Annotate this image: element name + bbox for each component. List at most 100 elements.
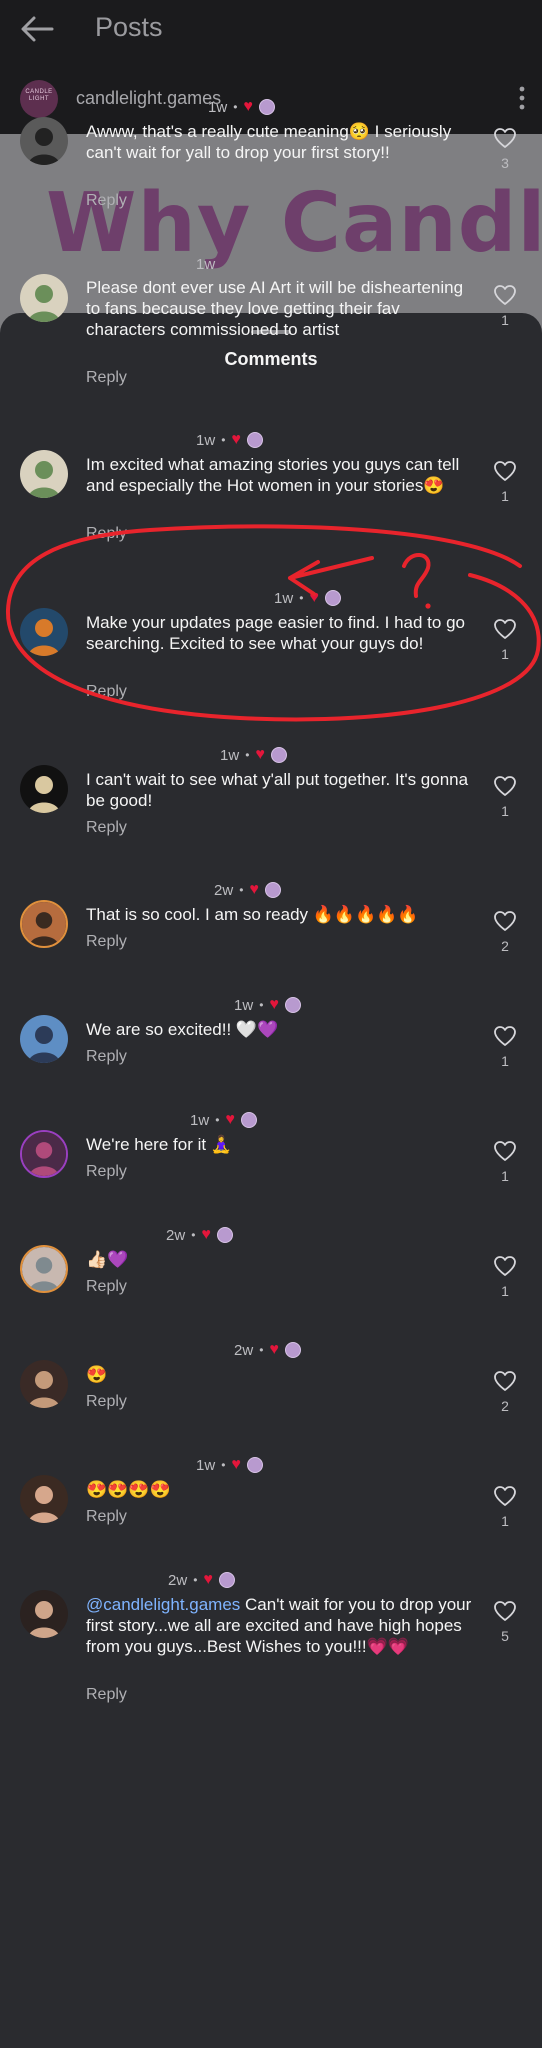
like-button[interactable] bbox=[493, 284, 517, 306]
like-button[interactable] bbox=[493, 127, 517, 149]
commenter-avatar[interactable] bbox=[20, 608, 68, 656]
meta-separator: • bbox=[221, 1458, 226, 1472]
red-heart-icon: ♥ bbox=[231, 1456, 241, 1473]
reply-button[interactable]: Reply bbox=[86, 1048, 127, 1066]
commenter-avatar[interactable] bbox=[20, 274, 68, 322]
like-count: 2 bbox=[501, 1398, 509, 1414]
reply-button[interactable]: Reply bbox=[86, 819, 127, 837]
commenter-avatar[interactable] bbox=[20, 1475, 68, 1523]
comment-body: 😍😍😍😍 bbox=[86, 1480, 171, 1499]
commenter-avatar[interactable] bbox=[20, 1360, 68, 1408]
creator-liked-avatar bbox=[246, 1457, 263, 1473]
red-heart-icon: ♥ bbox=[231, 431, 241, 448]
meta-separator: • bbox=[299, 591, 304, 605]
like-button[interactable] bbox=[493, 460, 517, 482]
comment-item: 2w • ♥ 👍🏻💜 Reply 1 bbox=[0, 1225, 542, 1326]
commenter-avatar[interactable] bbox=[20, 900, 68, 948]
comment-age: 2w bbox=[168, 1571, 188, 1589]
like-button[interactable] bbox=[493, 1255, 517, 1277]
heart-outline-icon bbox=[494, 1256, 516, 1276]
comment-age: 1w bbox=[196, 431, 216, 449]
like-count: 1 bbox=[501, 803, 509, 819]
comment-item: 1w • ♥ I can't wait to see what y'all put t… bbox=[0, 745, 542, 867]
creator-liked-avatar bbox=[218, 1572, 235, 1588]
avatar-portrait bbox=[20, 1360, 68, 1408]
commenter-avatar[interactable] bbox=[20, 1015, 68, 1063]
comment-meta: 1w • ♥ bbox=[234, 995, 301, 1015]
heart-outline-icon bbox=[494, 911, 516, 931]
reply-button[interactable]: Reply bbox=[86, 933, 127, 951]
heart-outline-icon bbox=[494, 1601, 516, 1621]
back-button[interactable] bbox=[18, 12, 58, 46]
avatar-portrait bbox=[20, 608, 68, 656]
page-title: Posts bbox=[95, 12, 163, 42]
commenter-avatar[interactable] bbox=[20, 117, 68, 165]
comment-item: 1w • ♥ Im excited what amazing stories you … bbox=[0, 430, 542, 573]
reply-button[interactable]: Reply bbox=[86, 369, 127, 387]
comment-text: Awww, that's a really cute meaning🥺 I se… bbox=[86, 121, 476, 163]
commenter-avatar[interactable] bbox=[20, 1130, 68, 1178]
comment-age: 1w bbox=[196, 1456, 216, 1474]
mention-link[interactable]: @candlelight.games bbox=[86, 1595, 240, 1614]
like-button[interactable] bbox=[493, 1140, 517, 1162]
comment-meta: 1w • ♥ bbox=[208, 97, 275, 117]
heart-outline-icon bbox=[494, 1141, 516, 1161]
heart-outline-icon bbox=[494, 1371, 516, 1391]
commenter-avatar[interactable] bbox=[20, 1245, 68, 1293]
creator-liked-avatar bbox=[270, 747, 287, 763]
comment-age: 1w bbox=[190, 1111, 210, 1129]
like-count: 2 bbox=[501, 938, 509, 954]
like-count: 1 bbox=[501, 1053, 509, 1069]
like-count: 1 bbox=[501, 1168, 509, 1184]
red-heart-icon: ♥ bbox=[243, 98, 253, 115]
reply-button[interactable]: Reply bbox=[86, 1393, 127, 1411]
reply-button[interactable]: Reply bbox=[86, 1163, 127, 1181]
avatar-portrait bbox=[20, 1590, 68, 1638]
like-button[interactable] bbox=[493, 618, 517, 640]
commenter-avatar[interactable] bbox=[20, 450, 68, 498]
comment-age: 1w bbox=[208, 98, 228, 116]
like-button[interactable] bbox=[493, 1370, 517, 1392]
comment-meta: 2w • ♥ bbox=[214, 880, 281, 900]
comment-item: 2w • ♥ @candlelight.games Can't wait for yo… bbox=[0, 1570, 542, 1734]
comments-sheet: Comments 1w • ♥ Awww, that's a really cute … bbox=[0, 99, 542, 2048]
comment-text: 😍 bbox=[86, 1364, 476, 1385]
comment-meta: 1w • ♥ bbox=[274, 588, 341, 608]
heart-outline-icon bbox=[494, 285, 516, 305]
like-button[interactable] bbox=[493, 1025, 517, 1047]
heart-outline-icon bbox=[494, 1026, 516, 1046]
commenter-avatar[interactable] bbox=[20, 765, 68, 813]
comment-body: Please dont ever use AI Art it will be d… bbox=[86, 278, 464, 339]
like-button[interactable] bbox=[493, 1600, 517, 1622]
meta-separator: • bbox=[259, 998, 264, 1012]
red-heart-icon: ♥ bbox=[203, 1571, 213, 1588]
comment-age: 2w bbox=[166, 1226, 186, 1244]
reply-button[interactable]: Reply bbox=[86, 683, 127, 701]
comment-item: 2w • ♥ That is so cool. I am so ready 🔥🔥🔥🔥🔥… bbox=[0, 880, 542, 981]
like-button[interactable] bbox=[493, 1485, 517, 1507]
creator-liked-avatar bbox=[216, 1227, 233, 1243]
meta-separator: • bbox=[245, 748, 250, 762]
comment-text: We're here for it 🧘‍♀️ bbox=[86, 1134, 476, 1155]
red-heart-icon: ♥ bbox=[201, 1226, 211, 1243]
reply-button[interactable]: Reply bbox=[86, 1508, 127, 1526]
creator-liked-avatar bbox=[258, 99, 275, 115]
like-count: 3 bbox=[501, 155, 509, 171]
reply-button[interactable]: Reply bbox=[86, 192, 127, 210]
comment-meta: 2w • ♥ bbox=[234, 1340, 301, 1360]
comment-text: Im excited what amazing stories you guys… bbox=[86, 454, 476, 496]
comment-item: 1w Please dont ever use AI Art it will be… bbox=[0, 254, 542, 418]
reply-button[interactable]: Reply bbox=[86, 1278, 127, 1296]
red-heart-icon: ♥ bbox=[255, 746, 265, 763]
like-count: 5 bbox=[501, 1628, 509, 1644]
like-button[interactable] bbox=[493, 910, 517, 932]
avatar-portrait bbox=[20, 450, 68, 498]
like-button[interactable] bbox=[493, 775, 517, 797]
comment-body: 👍🏻💜 bbox=[86, 1250, 129, 1269]
comment-age: 1w bbox=[220, 746, 240, 764]
comment-item: 2w • ♥ 😍 Reply 2 bbox=[0, 1340, 542, 1441]
reply-button[interactable]: Reply bbox=[86, 1686, 127, 1704]
commenter-avatar[interactable] bbox=[20, 1590, 68, 1638]
reply-button[interactable]: Reply bbox=[86, 525, 127, 543]
red-heart-icon: ♥ bbox=[269, 1341, 279, 1358]
